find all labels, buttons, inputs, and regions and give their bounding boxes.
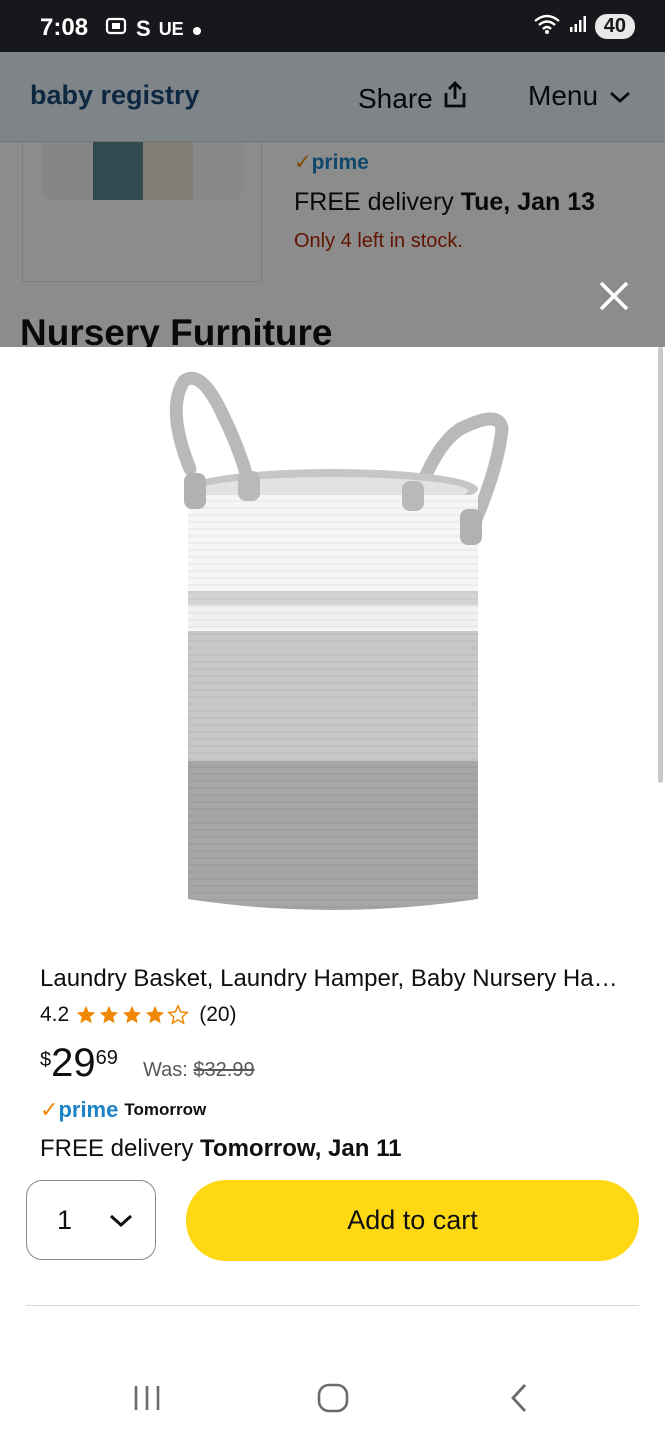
status-time: 7:08 [40,14,89,41]
status-system-icons: 40 [533,13,635,40]
star-icon [123,1005,142,1024]
laundry-basket-image[interactable] [160,369,510,919]
status-notifications: S UE [104,14,202,44]
close-button[interactable] [592,276,636,316]
divider [26,1305,639,1306]
wifi-icon [533,13,561,40]
star-icon [100,1005,119,1024]
close-icon [599,281,629,311]
home-icon [317,1383,349,1413]
star-rating [75,1004,190,1026]
add-to-cart-button[interactable]: Add to cart [186,1180,639,1261]
was-price: Was: $32.99 [143,1059,255,1081]
signal-icon [569,15,587,38]
prime-delivery-day: Tomorrow [124,1100,207,1119]
quantity-value: 1 [57,1204,73,1235]
back-button[interactable] [489,1378,549,1418]
prime-row: ✓prime Tomorrow [40,1097,206,1123]
price-fraction: 69 [95,1047,118,1069]
check-icon: ✓ [40,1097,59,1122]
product-sheet: Laundry Basket, Laundry Hamper, Baby Nur… [0,347,665,1350]
rating-row[interactable]: 4.2 (20) [40,1003,237,1027]
quantity-select[interactable]: 1 [26,1180,156,1260]
star-outline-icon [167,1004,190,1025]
home-button[interactable] [303,1378,363,1418]
modal-overlay[interactable] [0,52,665,348]
star-icon [77,1005,96,1024]
status-bar: 7:08 S UE 40 [0,0,665,52]
screenshot-icon [104,14,128,44]
review-count: (20) [199,1003,237,1026]
battery-indicator: 40 [594,14,635,39]
price-whole: 29 [51,1041,96,1085]
carrier-label: S [136,16,151,41]
dot-icon [192,16,202,42]
rating-value: 4.2 [40,1003,70,1026]
recent-apps-button[interactable] [117,1378,177,1418]
recent-apps-icon [134,1386,160,1410]
prime-logo: ✓prime [40,1097,119,1122]
ue-label: UE [158,18,184,39]
product-title[interactable]: Laundry Basket, Laundry Hamper, Baby Nur… [40,965,620,993]
star-icon [146,1005,165,1024]
was-price-value: $32.99 [193,1059,255,1081]
scrollbar[interactable] [658,347,663,783]
navigation-bar [0,1350,665,1440]
back-icon [511,1384,527,1412]
free-delivery-text: FREE delivery Tomorrow, Jan 11 [40,1135,402,1162]
price: $ 29 69 [40,1043,118,1083]
chevron-down-icon [108,1205,134,1236]
price-currency: $ [40,1049,52,1071]
